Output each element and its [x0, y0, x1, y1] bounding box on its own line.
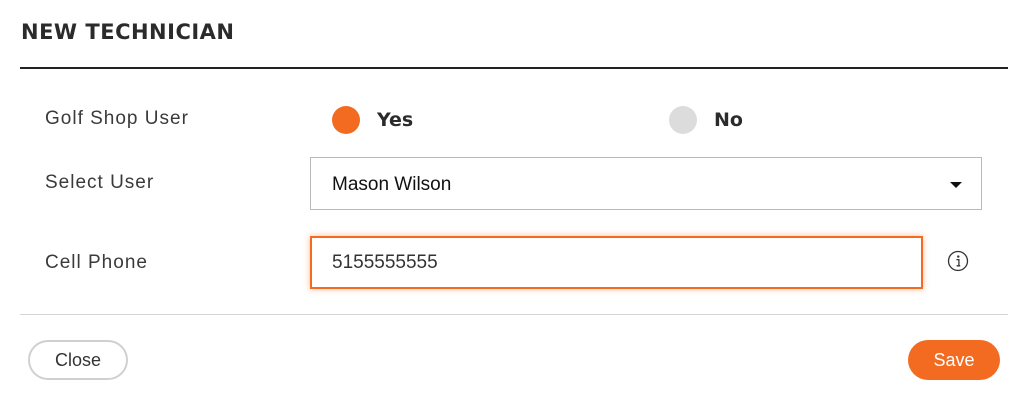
save-button[interactable]: Save: [908, 340, 1000, 380]
cell-phone-label: Cell Phone: [45, 252, 148, 273]
radio-yes-label: Yes: [377, 109, 414, 131]
radio-unselected-icon: [669, 106, 697, 134]
dialog-title: NEW TECHNICIAN: [21, 20, 235, 44]
radio-no-label: No: [714, 109, 743, 131]
golf-shop-user-yes-radio[interactable]: Yes: [332, 106, 413, 134]
select-user-dropdown[interactable]: Mason Wilson: [310, 157, 982, 210]
info-circle-icon[interactable]: [947, 250, 969, 272]
new-technician-dialog: NEW TECHNICIAN Golf Shop User Yes No Sel…: [0, 0, 1024, 404]
cell-phone-input[interactable]: [310, 236, 923, 289]
title-divider: [20, 67, 1008, 69]
radio-selected-icon: [332, 106, 360, 134]
golf-shop-user-label: Golf Shop User: [45, 108, 189, 129]
golf-shop-user-no-radio[interactable]: No: [669, 106, 743, 134]
close-button[interactable]: Close: [28, 340, 128, 380]
footer-divider: [20, 314, 1008, 315]
select-user-label: Select User: [45, 172, 155, 193]
select-user-value: Mason Wilson: [332, 174, 452, 195]
caret-down-icon: [950, 182, 962, 188]
